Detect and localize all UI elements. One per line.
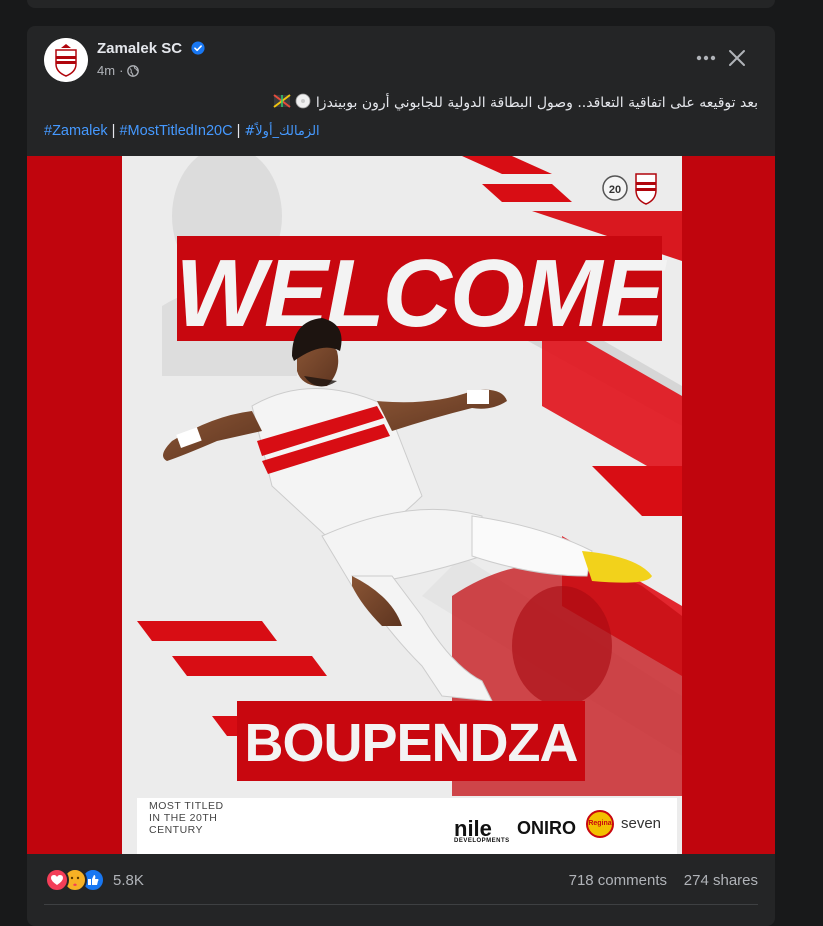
post-header: Zamalek SC 4m · — [27, 26, 775, 90]
poster-footer: MOST TITLED IN THE 20TH CENTURY nile DEV… — [137, 798, 677, 854]
flag-icon — [273, 93, 291, 113]
post-meta: 4m · — [97, 63, 140, 78]
post-card: Zamalek SC 4m · بعد توقيعه على اتفاقية ا… — [27, 26, 775, 926]
post-text-body: بعد توقيعه على اتفاقية التعاقد.. وصول ال… — [315, 95, 758, 111]
sponsor-regina: Regina — [586, 810, 614, 838]
hashtag-most-titled[interactable]: #MostTitledIn20C — [119, 123, 232, 139]
verified-badge-icon — [191, 41, 205, 55]
post-text: بعد توقيعه على اتفاقية التعاقد.. وصول ال… — [273, 93, 758, 113]
badge-number: 20 — [609, 184, 621, 196]
poster-headline: WELCOME — [175, 240, 667, 347]
hashtag-separator: | — [111, 123, 116, 139]
more-options-button[interactable] — [693, 45, 719, 71]
soccer-ball-icon — [295, 93, 311, 113]
comments-count[interactable]: 718 comments — [569, 872, 667, 889]
hashtag-arabic[interactable]: #الزمالك_أولاً — [244, 124, 319, 139]
hashtag-zamalek[interactable]: #Zamalek — [44, 123, 108, 139]
globe-icon — [127, 64, 140, 77]
love-reaction-icon — [45, 868, 69, 892]
close-button[interactable] — [724, 45, 750, 71]
welcome-poster: WELCOME 20 BOUPENDZA MOST TITLED IN THE … — [122, 156, 682, 854]
sponsor-nile: nile DEVELOPMENTS — [454, 816, 510, 844]
more-icon — [696, 55, 716, 61]
close-icon — [729, 50, 745, 66]
avatar[interactable] — [44, 38, 88, 82]
hashtag-separator: | — [236, 123, 241, 139]
post-time[interactable]: 4m — [97, 63, 115, 78]
poster-claim: MOST TITLED IN THE 20TH CENTURY — [149, 800, 224, 836]
sponsor-seven: seven — [621, 815, 662, 832]
sponsor-oniro: ONIRO — [517, 818, 577, 838]
divider — [44, 904, 758, 905]
hashtags: #Zamalek | #MostTitledIn20C | #الزمالك_أولاً — [44, 123, 320, 139]
author-name[interactable]: Zamalek SC — [97, 40, 182, 57]
previous-post-card — [27, 0, 775, 8]
poster-art: WELCOME 20 BOUPENDZA — [122, 156, 682, 854]
reaction-count[interactable]: 5.8K — [113, 872, 144, 889]
poster-player-name: BOUPENDZA — [244, 713, 577, 773]
shares-count[interactable]: 274 shares — [684, 872, 758, 889]
post-image[interactable]: WELCOME 20 BOUPENDZA MOST TITLED IN THE … — [27, 156, 775, 854]
engagement-bar: 5.8K 718 comments 274 shares — [27, 858, 775, 902]
